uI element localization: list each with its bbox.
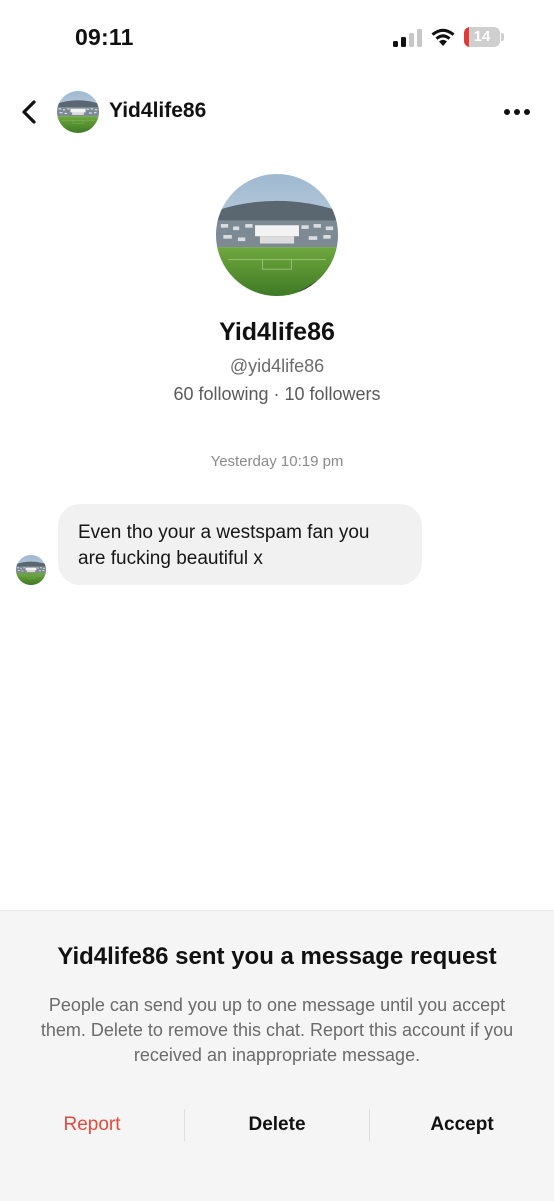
chevron-left-icon[interactable] xyxy=(14,94,46,130)
profile-handle: @yid4life86 xyxy=(229,356,325,376)
profile-stats: 60 following · 10 followers xyxy=(0,384,554,405)
accept-button[interactable]: Accept xyxy=(370,1107,554,1143)
status-bar: 09:11 14 xyxy=(0,0,554,70)
header-avatar[interactable] xyxy=(57,91,99,133)
message-text: Even tho your a westspam fan you are fuc… xyxy=(78,522,370,569)
message-bubble[interactable]: Even tho your a westspam fan you are fuc… xyxy=(58,504,422,585)
request-title: Yid4life86 sent you a message request xyxy=(57,943,497,970)
following-count[interactable]: 60 following xyxy=(173,384,268,404)
request-description: People can send you up to one message un… xyxy=(40,995,514,1065)
wifi-icon xyxy=(431,28,455,46)
status-time: 09:11 xyxy=(75,24,134,50)
header-title[interactable]: Yid4life86 xyxy=(109,99,206,123)
more-horizontal-icon[interactable] xyxy=(500,100,534,124)
signal-icon xyxy=(393,29,423,47)
followers-count[interactable]: 10 followers xyxy=(285,384,381,404)
stats-separator: · xyxy=(273,384,280,404)
profile-display-name: Yid4life86 xyxy=(219,318,335,346)
profile-avatar[interactable] xyxy=(216,174,338,296)
battery-level: 14 xyxy=(473,28,491,45)
message-timestamp: Yesterday 10:19 pm xyxy=(210,453,344,470)
chat-header: Yid4life86 xyxy=(0,80,554,144)
delete-button[interactable]: Delete xyxy=(185,1107,369,1143)
report-button[interactable]: Report xyxy=(0,1107,184,1143)
battery-icon: 14 xyxy=(464,27,504,47)
message-sender-avatar[interactable] xyxy=(16,555,46,585)
message-request-sheet: Yid4life86 sent you a message request Pe… xyxy=(0,910,554,1201)
request-actions: Report Delete Accept xyxy=(0,1107,554,1143)
